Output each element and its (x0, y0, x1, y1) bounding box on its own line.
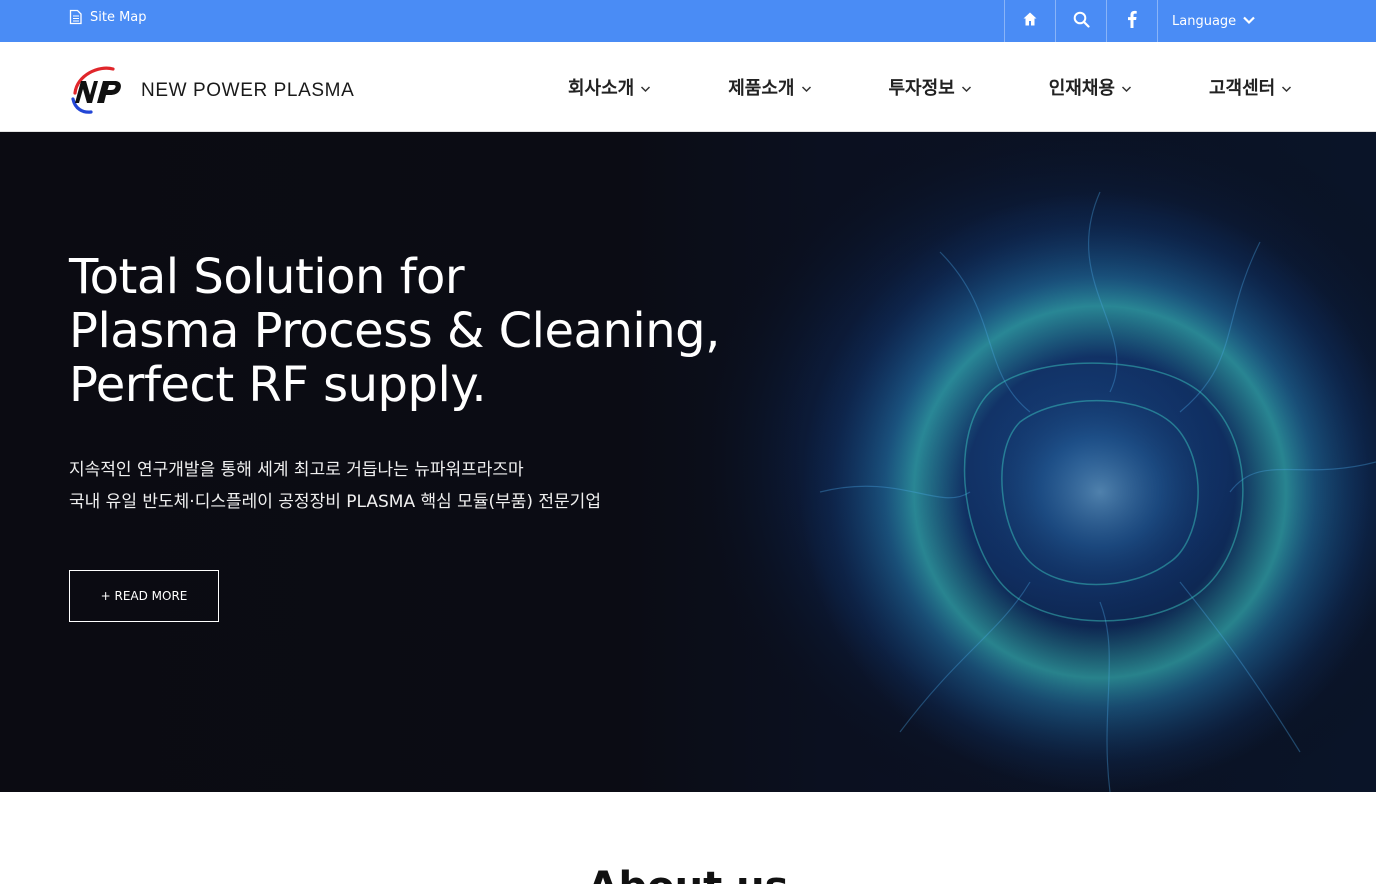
chevron-down-icon (1121, 77, 1132, 98)
main-header: NEW POWER PLASMA 회사소개 제품소개 투자정보 인재채용 고객센… (0, 42, 1376, 132)
top-utility-bar: Site Map Language (0, 0, 1376, 42)
nav-item-support[interactable]: 고객센터 (1209, 74, 1292, 100)
about-section: About us (0, 792, 1376, 884)
nav-item-label: 투자정보 (888, 78, 955, 99)
home-icon (1022, 11, 1038, 31)
search-button[interactable] (1056, 0, 1107, 42)
language-selector[interactable]: Language (1158, 0, 1256, 42)
search-icon (1073, 11, 1090, 32)
hero-subtitle-line: 국내 유일 반도체·디스플레이 공정장비 PLASMA 핵심 모듈(부품) 전문… (69, 492, 601, 512)
read-more-button[interactable]: + READ MORE (69, 570, 219, 622)
utility-links: Language (1004, 0, 1256, 42)
nav-item-label: 회사소개 (568, 78, 635, 99)
chevron-down-icon (801, 77, 812, 98)
chevron-down-icon (640, 77, 651, 98)
main-navigation: 회사소개 제품소개 투자정보 인재채용 고객센터 (568, 42, 1292, 132)
np-logo-icon (69, 63, 127, 119)
sitemap-link[interactable]: Site Map (69, 0, 147, 34)
hero-title-line: Perfect RF supply. (69, 357, 487, 413)
nav-item-label: 고객센터 (1209, 78, 1276, 99)
hero-banner: Total Solution for Plasma Process & Clea… (0, 132, 1376, 792)
nav-item-label: 제품소개 (728, 78, 795, 99)
hero-subtitle: 지속적인 연구개발을 통해 세계 최고로 거듭나는 뉴파워프라즈마 국내 유일 … (69, 454, 601, 518)
hero-title-line: Total Solution for (69, 249, 465, 305)
chevron-down-icon (1242, 14, 1256, 29)
chevron-down-icon (1281, 77, 1292, 98)
about-title: About us (0, 864, 1376, 884)
chevron-down-icon (961, 77, 972, 98)
nav-item-company[interactable]: 회사소개 (568, 74, 651, 100)
hero-title: Total Solution for Plasma Process & Clea… (69, 250, 720, 412)
nav-item-label: 인재채용 (1048, 78, 1115, 99)
facebook-icon (1127, 10, 1137, 32)
document-icon (69, 9, 83, 25)
hero-subtitle-line: 지속적인 연구개발을 통해 세계 최고로 거듭나는 뉴파워프라즈마 (69, 460, 524, 480)
facebook-button[interactable] (1107, 0, 1158, 42)
home-button[interactable] (1005, 0, 1056, 42)
plasma-burst-image (640, 132, 1376, 792)
nav-item-careers[interactable]: 인재채용 (1049, 74, 1132, 100)
sitemap-label: Site Map (90, 9, 147, 25)
language-label: Language (1172, 13, 1237, 29)
hero-title-line: Plasma Process & Cleaning, (69, 303, 720, 359)
logo[interactable]: NEW POWER PLASMA (69, 63, 354, 119)
nav-item-investors[interactable]: 투자정보 (889, 74, 972, 100)
logo-text: NEW POWER PLASMA (141, 80, 355, 101)
nav-item-products[interactable]: 제품소개 (728, 74, 811, 100)
